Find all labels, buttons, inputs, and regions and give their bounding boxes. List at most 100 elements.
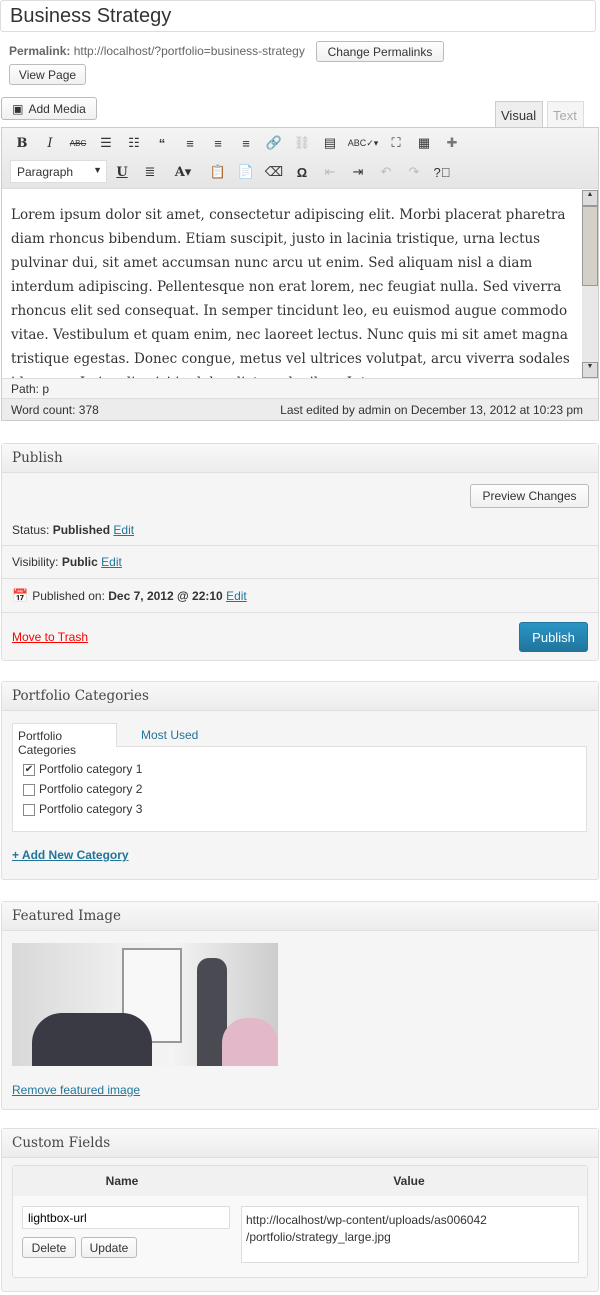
view-page-button[interactable]: View Page	[9, 64, 86, 85]
editor: B I ABC ☰ ☷ “ ≡ ≡ ≡ 🔗 ⛓ ▤ ABC✓▾ ⛶ ▦ ✚ Pa…	[1, 127, 599, 421]
add-new-category-link[interactable]: + Add New Category	[12, 848, 129, 862]
bold-icon[interactable]: B	[12, 133, 32, 153]
checkbox[interactable]	[23, 803, 35, 816]
column-value: Value	[393, 1174, 425, 1188]
category-label: Portfolio category 1	[39, 762, 143, 776]
help-icon[interactable]: ?⃝	[432, 162, 452, 182]
published-on-row: 📅 Published on: Dec 7, 2012 @ 22:10 Edit	[2, 578, 598, 612]
indent-icon[interactable]: ⇥	[348, 162, 368, 182]
category-label: Portfolio category 3	[39, 802, 143, 816]
paste-text-icon[interactable]: 📋	[208, 162, 228, 182]
calendar-icon: 📅	[12, 587, 29, 603]
clear-formatting-icon[interactable]: ⌫	[264, 162, 284, 182]
custom-fields-box: Custom Fields Name Value Delete Update ht…	[1, 1128, 599, 1292]
tab-most-used[interactable]: Most Used	[141, 728, 198, 742]
underline-icon[interactable]: U	[112, 162, 132, 182]
custom-fields-table: Name Value Delete Update http://localhost…	[12, 1165, 588, 1278]
status-label: Status:	[12, 523, 50, 537]
add-media-label: Add Media	[28, 101, 86, 116]
justify-icon[interactable]: ≣	[140, 162, 160, 182]
fullscreen-icon[interactable]: ⛶	[386, 133, 406, 153]
category-item[interactable]: ✔ Portfolio category 1	[23, 759, 576, 779]
column-name: Name	[105, 1174, 139, 1188]
editor-content[interactable]: Lorem ipsum dolor sit amet, consectetur …	[2, 190, 582, 378]
edit-visibility-link[interactable]: Edit	[101, 555, 122, 569]
outdent-icon[interactable]: ⇤	[320, 162, 340, 182]
permalink-url[interactable]: http://localhost/?portfolio=business-str…	[74, 44, 305, 58]
add-media-button[interactable]: ▣ Add Media	[1, 97, 97, 120]
category-item[interactable]: Portfolio category 3	[23, 799, 576, 819]
more-tag-icon[interactable]: ▤	[320, 133, 340, 153]
delete-button[interactable]: Delete	[22, 1237, 76, 1258]
unlink-icon[interactable]: ⛓	[292, 133, 312, 153]
featured-image[interactable]	[12, 943, 278, 1066]
format-select-value: Paragraph	[17, 165, 74, 179]
word-count: Word count: 378	[11, 403, 99, 417]
blockquote-icon[interactable]: “	[152, 133, 172, 153]
title-input[interactable]	[0, 0, 596, 32]
editor-scrollbar[interactable]: ▲ ▼	[582, 190, 598, 378]
category-label: Portfolio category 2	[39, 782, 143, 796]
text-color-icon[interactable]: A▾	[168, 162, 198, 182]
numbered-list-icon[interactable]: ☷	[124, 133, 144, 153]
update-button[interactable]: Update	[81, 1237, 137, 1258]
spellcheck-icon[interactable]: ABC✓▾	[348, 133, 379, 153]
status-value: Published	[52, 523, 111, 537]
plugin-icon[interactable]: ✚	[442, 133, 462, 153]
scroll-up-icon[interactable]: ▲	[582, 190, 598, 206]
status-row: Status: Published Edit	[12, 523, 134, 537]
scroll-thumb[interactable]	[582, 206, 598, 286]
custom-fields-title: Custom Fields	[2, 1129, 598, 1158]
publish-title: Publish	[2, 444, 598, 473]
visibility-row: Visibility: Public Edit	[2, 545, 598, 578]
editor-toolbar: B I ABC ☰ ☷ “ ≡ ≡ ≡ 🔗 ⛓ ▤ ABC✓▾ ⛶ ▦ ✚ Pa…	[2, 128, 598, 189]
align-left-icon[interactable]: ≡	[180, 133, 200, 153]
visibility-label: Visibility:	[12, 555, 59, 569]
edit-status-link[interactable]: Edit	[113, 523, 134, 537]
align-right-icon[interactable]: ≡	[236, 133, 256, 153]
checkbox[interactable]	[23, 783, 35, 796]
media-icon: ▣	[12, 101, 24, 116]
featured-image-title: Featured Image	[2, 902, 598, 931]
editor-status-bar: Word count: 378 Last edited by admin on D…	[2, 398, 598, 420]
visibility-value: Public	[61, 555, 98, 569]
redo-icon[interactable]: ↷	[404, 162, 424, 182]
publish-button[interactable]: Publish	[519, 622, 588, 652]
change-permalinks-button[interactable]: Change Permalinks	[316, 41, 444, 62]
edit-date-link[interactable]: Edit	[226, 589, 247, 603]
move-to-trash-link[interactable]: Move to Trash	[12, 630, 88, 644]
remove-featured-image-link[interactable]: Remove featured image	[12, 1083, 140, 1097]
table-header: Name Value	[13, 1166, 587, 1196]
editor-path: Path: p	[2, 378, 598, 398]
paste-word-icon[interactable]: 📄	[236, 162, 256, 182]
special-character-icon[interactable]: Ω	[292, 162, 312, 182]
strikethrough-icon[interactable]: ABC	[68, 133, 88, 153]
permalink: Permalink: http://localhost/?portfolio=b…	[9, 44, 305, 58]
portfolio-categories-box: Portfolio Categories Portfolio Categorie…	[1, 681, 599, 880]
category-item[interactable]: Portfolio category 2	[23, 779, 576, 799]
bullet-list-icon[interactable]: ☰	[96, 133, 116, 153]
format-select[interactable]: Paragraph ▼	[10, 160, 107, 183]
published-value: Dec 7, 2012 @ 22:10	[108, 588, 223, 603]
tab-visual[interactable]: Visual	[495, 101, 543, 128]
custom-field-name-input[interactable]	[22, 1206, 230, 1229]
chevron-down-icon: ▼	[93, 165, 102, 175]
tab-text[interactable]: Text	[547, 101, 584, 127]
permalink-label: Permalink:	[9, 44, 71, 58]
featured-image-box: Featured Image Remove featured image	[1, 901, 599, 1110]
scroll-down-icon[interactable]: ▼	[582, 362, 598, 378]
publish-box: Publish Preview Changes Status: Publishe…	[1, 443, 599, 661]
publish-actions: Move to Trash	[2, 612, 598, 660]
link-icon[interactable]: 🔗	[264, 133, 284, 153]
custom-field-value-textarea[interactable]: http://localhost/wp-content/uploads/as00…	[241, 1206, 579, 1263]
tab-all-categories[interactable]: Portfolio Categories	[12, 723, 117, 757]
checkbox[interactable]: ✔	[23, 763, 35, 776]
category-list: ✔ Portfolio category 1 Portfolio category…	[12, 746, 587, 832]
undo-icon[interactable]: ↶	[376, 162, 396, 182]
align-center-icon[interactable]: ≡	[208, 133, 228, 153]
preview-changes-button[interactable]: Preview Changes	[470, 484, 589, 508]
kitchen-sink-icon[interactable]: ▦	[414, 133, 434, 153]
published-label: Published on:	[32, 588, 105, 603]
italic-icon[interactable]: I	[40, 133, 60, 153]
categories-title: Portfolio Categories	[2, 682, 598, 711]
